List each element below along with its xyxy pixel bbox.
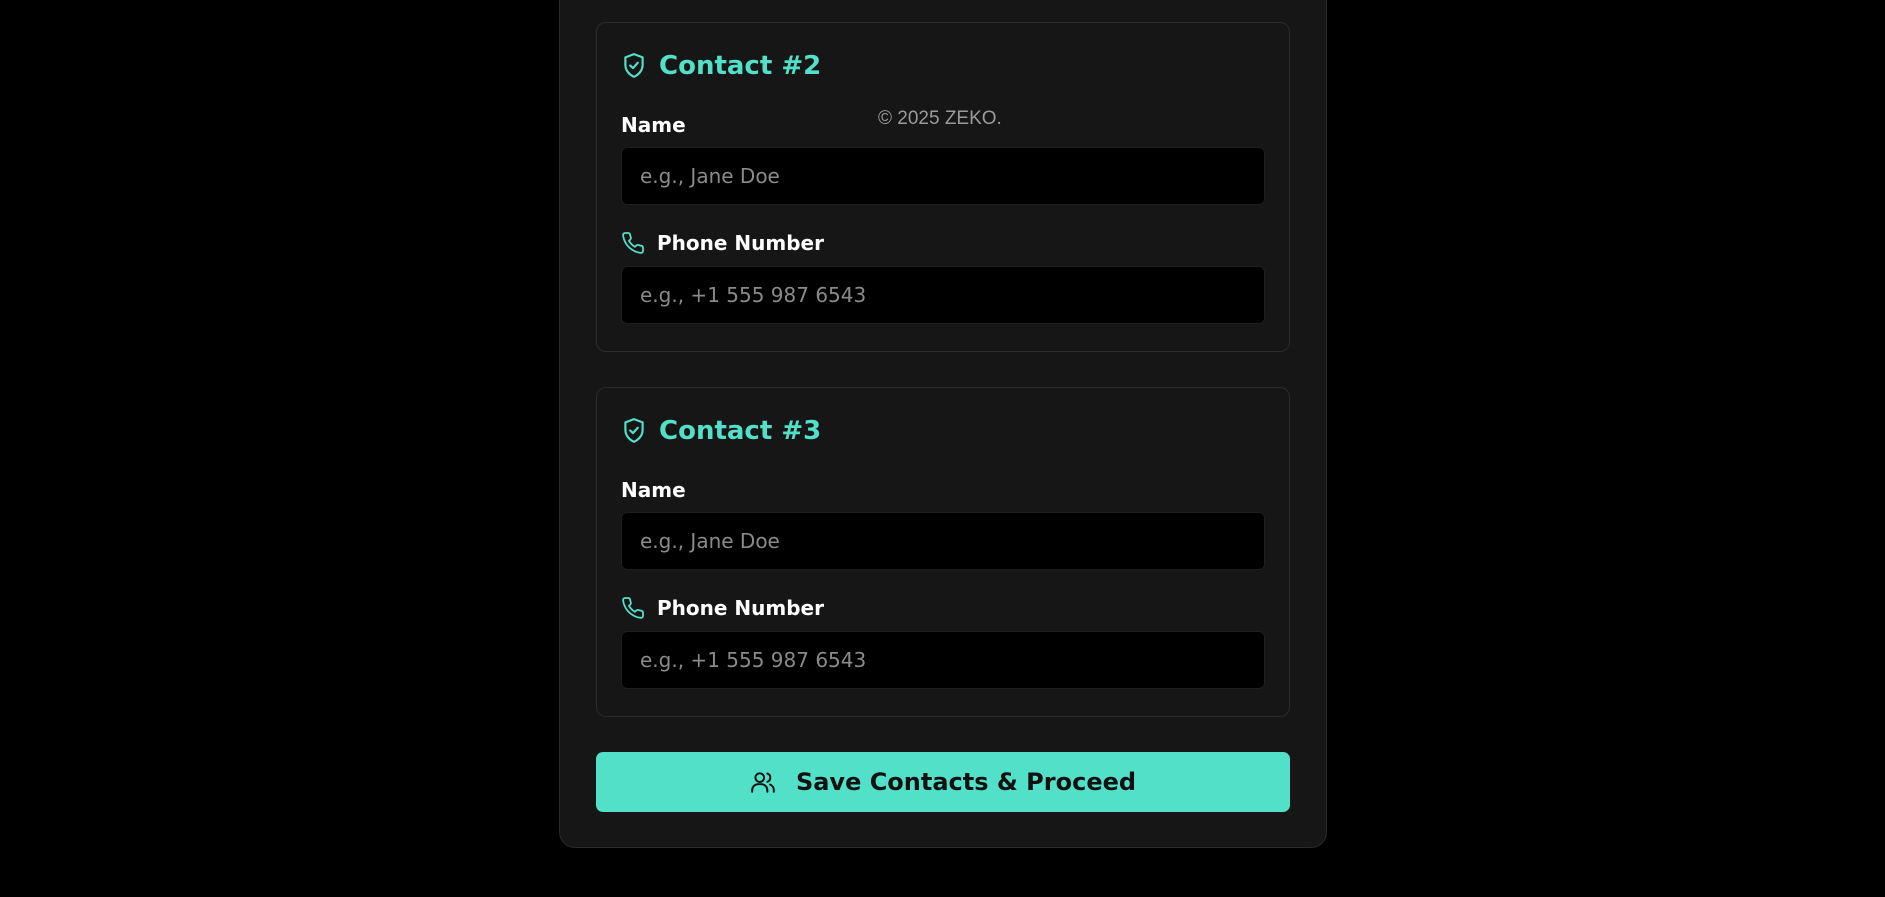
name-input[interactable] [621,147,1265,205]
phone-input[interactable] [621,631,1265,689]
phone-label: Phone Number [621,596,824,620]
name-label-text: Name [621,113,686,137]
shield-check-icon [621,417,647,445]
shield-check-icon [621,52,647,80]
contact-card-title: Contact #3 [621,416,821,446]
save-contacts-button[interactable]: Save Contacts & Proceed [596,752,1290,812]
phone-label-text: Phone Number [657,231,824,255]
page: Contact #2 Name Phone Number © 2025 ZEKO… [0,0,1885,897]
name-label: Name [621,113,686,137]
phone-label: Phone Number [621,231,824,255]
copyright-text: © 2025 ZEKO. [878,108,1002,129]
contact-card-3: Contact #3 Name Phone Number [596,387,1290,717]
name-label: Name [621,478,686,502]
phone-icon [621,596,645,620]
contact-card-2: Contact #2 Name Phone Number [596,22,1290,352]
phone-input[interactable] [621,266,1265,324]
name-label-text: Name [621,478,686,502]
name-input[interactable] [621,512,1265,570]
phone-label-text: Phone Number [657,596,824,620]
phone-icon [621,231,645,255]
users-icon [750,769,776,795]
contact-title-text: Contact #3 [659,416,822,446]
contact-title-text: Contact #2 [659,51,822,81]
contact-card-title: Contact #2 [621,51,821,81]
save-button-label: Save Contacts & Proceed [795,768,1137,796]
